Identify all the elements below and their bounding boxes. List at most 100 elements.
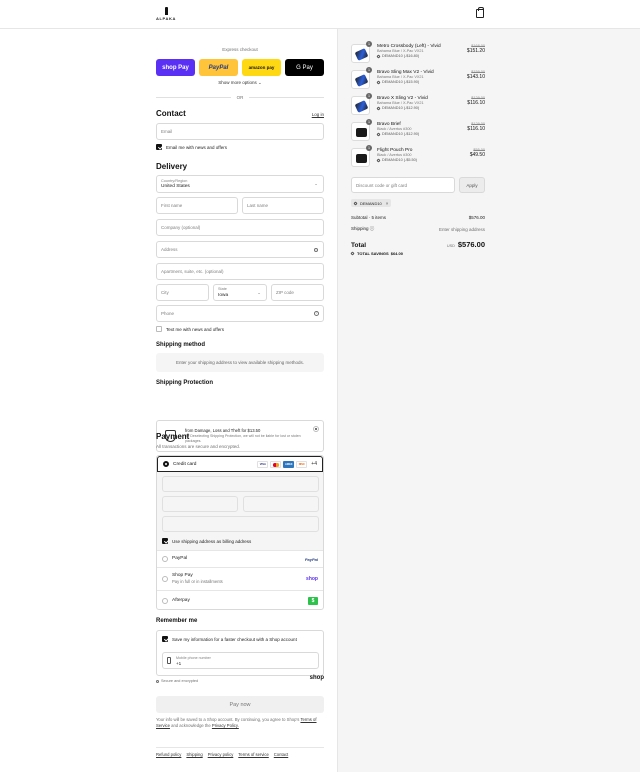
afterpay-option[interactable]: Afterpay $: [157, 590, 323, 609]
shop-pay-button[interactable]: shop Pay: [156, 59, 195, 76]
item-discount-text: DEMAND10 (-$12.90): [382, 132, 420, 136]
country-select[interactable]: Country/Region United States ⌄: [156, 175, 324, 193]
item-discount: DEMAND10 (-$12.90): [376, 132, 467, 137]
show-more-options-link[interactable]: Show more options ⌄: [156, 80, 324, 86]
item-new-price: $151.20: [466, 48, 485, 54]
zip-placeholder: ZIP code: [276, 290, 294, 295]
order-item: 1 Bravo X Sling V2 - Vivid Bahama Blue /…: [351, 93, 485, 122]
country-value: United States: [161, 184, 190, 189]
save-info-checkbox-row[interactable]: Save my information for a faster checkou…: [162, 636, 297, 642]
zip-field[interactable]: ZIP code: [271, 284, 324, 301]
privacy-link[interactable]: Privacy Policy.: [212, 723, 239, 728]
email-placeholder: Email: [161, 129, 173, 134]
afterpay-label-group: Afterpay: [172, 598, 190, 604]
city-field[interactable]: City: [156, 284, 209, 301]
apartment-field[interactable]: Apartment, suite, etc. (optional): [156, 263, 324, 280]
terms-of-service-link[interactable]: Terms of service: [238, 752, 268, 757]
item-price: $129.00 $116.10: [467, 122, 485, 132]
item-info: Bravo Sling Max V2 - Vivid Bahama Blue /…: [376, 70, 467, 85]
email-news-checkbox[interactable]: [156, 144, 162, 150]
company-placeholder: Company (optional): [161, 225, 201, 230]
paypal-option[interactable]: PayPal PayPal: [157, 550, 323, 567]
remove-discount-icon[interactable]: ×: [386, 201, 389, 206]
credit-card-option[interactable]: Credit card VISA AMEX DISC +4: [157, 456, 323, 472]
state-select[interactable]: State Iowa ⌄: [213, 284, 267, 301]
paypal-radio[interactable]: [162, 556, 168, 562]
express-checkout-title: Express checkout: [222, 47, 258, 52]
tag-icon: [376, 54, 381, 59]
card-logos: VISA AMEX DISC +4: [257, 460, 317, 468]
text-news-checkbox[interactable]: [156, 326, 162, 332]
search-icon: [314, 248, 318, 252]
bag-image-icon: [354, 48, 369, 61]
total-row: Total USD $576.00: [351, 240, 485, 249]
secure-note: Secure and encrypted: [156, 679, 198, 683]
login-link[interactable]: Log in: [300, 112, 324, 117]
first-name-placeholder: First name: [161, 203, 183, 208]
pay-now-button[interactable]: Pay now: [156, 696, 324, 713]
shipping-method-heading: Shipping method: [156, 342, 205, 348]
quantity-badge: 1: [366, 67, 372, 73]
name-on-card-field[interactable]: [162, 516, 319, 532]
item-new-price: $116.10: [467, 100, 485, 106]
mobile-phone-value: +1: [176, 660, 182, 666]
protection-toggle[interactable]: [313, 426, 319, 432]
billing-label: Use shipping address as billing address: [172, 538, 252, 544]
contact-heading: Contact: [156, 109, 186, 118]
billing-checkbox[interactable]: [162, 538, 168, 544]
help-icon[interactable]: ?: [314, 311, 319, 316]
item-price: $55.00 $49.50: [470, 148, 485, 158]
logo-text: ALPAKA: [156, 16, 176, 21]
store-logo[interactable]: ALPAKA: [156, 7, 176, 21]
shipping-link[interactable]: Shipping: [186, 752, 202, 757]
address-field[interactable]: Address: [156, 241, 324, 258]
shop-pay-option[interactable]: Shop Pay Pay in full or in installments …: [157, 567, 323, 590]
paypal-label: PayPal: [172, 556, 188, 561]
item-price: $159.00 $143.10: [467, 70, 485, 80]
amex-icon: AMEX: [283, 460, 295, 468]
privacy-policy-link[interactable]: Privacy policy: [208, 752, 234, 757]
credit-card-form: Use shipping address as billing address: [157, 472, 323, 550]
security-code-field[interactable]: [243, 496, 319, 512]
text-news-checkbox-row[interactable]: Text me with news and offers: [156, 326, 224, 332]
shop-pay-radio[interactable]: [162, 576, 168, 582]
contact-link[interactable]: Contact: [274, 752, 288, 757]
shop-pay-sublabel: Pay in full or in installments: [172, 579, 223, 584]
save-info-checkbox[interactable]: [162, 636, 168, 642]
bag-image-icon: [354, 74, 369, 87]
divider-line: [156, 96, 231, 98]
item-new-price: $116.10: [467, 126, 485, 132]
item-discount-text: DEMAND10 (-$12.90): [382, 106, 420, 110]
total-savings: TOTAL SAVINGS $64.00: [350, 251, 403, 256]
expiration-field[interactable]: [162, 496, 238, 512]
first-name-field[interactable]: First name: [156, 197, 238, 214]
company-field[interactable]: Company (optional): [156, 219, 324, 236]
payment-heading: Payment: [156, 432, 190, 441]
email-news-checkbox-row[interactable]: Email me with news and offers: [156, 144, 227, 150]
amazon-pay-button[interactable]: amazon pay: [242, 59, 281, 76]
logo-mark: [164, 7, 168, 15]
email-field[interactable]: Email: [156, 123, 324, 140]
afterpay-radio[interactable]: [162, 597, 168, 604]
more-cards-count: +4: [311, 461, 317, 467]
phone-field[interactable]: Phone ?: [156, 305, 324, 322]
refund-policy-link[interactable]: Refund policy: [156, 752, 181, 757]
billing-checkbox-row[interactable]: Use shipping address as billing address: [162, 538, 251, 544]
item-discount-text: DEMAND10 (-$5.50): [382, 158, 418, 162]
last-name-field[interactable]: Last name: [242, 197, 324, 214]
google-pay-button[interactable]: G Pay: [285, 59, 324, 76]
quantity-badge: 1: [366, 93, 372, 99]
card-number-field[interactable]: [162, 476, 319, 492]
info-icon[interactable]: ⓘ: [370, 226, 375, 231]
item-discount-text: DEMAND10 (-$16.80): [382, 54, 420, 58]
shipping-value: Enter shipping address: [438, 226, 485, 232]
paypal-button[interactable]: PayPal: [199, 59, 238, 76]
quantity-badge: 1: [366, 41, 372, 47]
shipping-label: Shipping: [351, 226, 369, 231]
credit-card-radio[interactable]: [163, 461, 169, 467]
tag-icon: [376, 80, 381, 85]
apply-discount-button[interactable]: Apply: [459, 177, 485, 193]
discount-code-input[interactable]: Discount code or gift card: [351, 177, 455, 193]
shopping-bag-icon[interactable]: [476, 7, 484, 18]
mobile-phone-field[interactable]: Mobile phone number +1: [162, 652, 319, 669]
